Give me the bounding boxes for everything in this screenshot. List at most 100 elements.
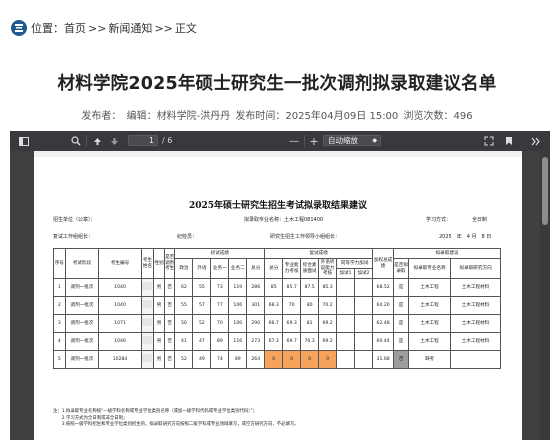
header-exam-no: 考生编号	[98, 248, 142, 279]
page-top-edge	[34, 151, 522, 157]
cell-comp: 0	[300, 350, 320, 369]
previous-page-icon[interactable]	[90, 131, 104, 151]
cell-politics: 41	[174, 332, 194, 351]
toolbar-divider	[86, 135, 87, 147]
header-extra1: 加试1	[336, 268, 355, 279]
cell-admit-major: 缺考	[407, 350, 452, 369]
cell-initial-total: 290	[246, 314, 266, 333]
cell-biz1: 70	[210, 314, 230, 333]
cell-politics: 55	[174, 296, 194, 315]
cell-admitted: 是	[393, 278, 409, 297]
article-meta: 发布者： 编辑：材料学院-洪丹丹 发布时间：2025年04月09日 15:00 …	[0, 107, 554, 122]
cell-is-adjust: 否	[163, 278, 176, 297]
table-row: 5 调剂一批次 10284 男 否 52 49 74 89 264 0 0 0 …	[53, 350, 501, 369]
cell-lang: 0	[318, 350, 338, 369]
cell-seq: 1	[53, 278, 66, 297]
cell-seq: 4	[53, 332, 66, 351]
vertical-scrollbar[interactable]	[540, 151, 550, 440]
pdf-toolbar: 1 / 6 — + 自动缩放 ◆	[10, 131, 550, 151]
cell-foreign: 49	[192, 350, 212, 369]
cell-foreign: 47	[192, 332, 212, 351]
note-line: 3.按照一级学科招生和专业学位类别招生的，拟录取研究方向按照二级学科或专业领域填…	[53, 422, 299, 427]
cell-admitted: 是	[393, 296, 409, 315]
cell-batch: 调剂一批次	[64, 332, 100, 351]
header-extra2: 加试2	[353, 268, 374, 279]
zoom-out-button[interactable]: —	[287, 131, 301, 151]
cell-extra2	[353, 296, 374, 315]
cell-gender: 男	[153, 350, 165, 369]
location-icon	[10, 19, 28, 37]
header-admit: 拟录取建议	[393, 248, 501, 259]
cell-comp: 80	[300, 296, 320, 315]
cell-politics: 50	[174, 314, 194, 333]
cell-biz1: 74	[210, 350, 230, 369]
cell-initial-total: 301	[246, 296, 266, 315]
cell-extra2	[353, 350, 374, 369]
table-row: 1 调剂一批次 1040 男 否 62 55 73 119 286 85 85.…	[53, 278, 501, 297]
cell-weighted: 68.52	[372, 278, 395, 297]
cell-retest-total: 67.3	[264, 332, 284, 351]
cell-seq: 2	[53, 296, 66, 315]
leader-label: 复试工作组组长：	[53, 234, 94, 240]
cell-biz2: 106	[228, 296, 248, 315]
header-initial-total: 总分	[246, 258, 266, 279]
publisher-label: 发布者：	[81, 111, 122, 122]
breadcrumb: 位置： 首页 >> 新闻通知 >> 正文	[10, 18, 197, 38]
cell-lang: 85.3	[318, 278, 338, 297]
cell-seq: 3	[53, 314, 66, 333]
cell-biz1: 89	[210, 332, 230, 351]
scrollbar-thumb[interactable]	[542, 157, 548, 225]
zoom-select[interactable]: 自动缩放 ◆	[323, 135, 381, 146]
presentation-mode-icon[interactable]	[482, 131, 496, 151]
cell-seq: 5	[53, 350, 66, 369]
header-prof: 专业能力考核	[282, 258, 302, 279]
cell-lang: 70.2	[318, 296, 338, 315]
cell-weighted: 31.68	[372, 350, 395, 369]
cell-batch: 调剂一批次	[64, 314, 100, 333]
sign-date: 2025 年 4 月 8 日	[439, 234, 492, 240]
cell-extra1	[336, 314, 355, 333]
cell-name-redacted	[140, 332, 155, 351]
article-title: 材料学院2025年硕士研究生一批次调剂拟录取建议名单	[57, 74, 497, 94]
cell-extra2	[353, 314, 374, 333]
cell-admitted: 是	[393, 314, 409, 333]
search-icon[interactable]	[68, 131, 84, 151]
cell-extra2	[353, 332, 374, 351]
cell-initial-total: 273	[246, 332, 266, 351]
cell-retest-total: 68.3	[264, 296, 284, 315]
cell-retest-total: 85	[264, 278, 284, 297]
zoom-in-button[interactable]: +	[307, 131, 321, 151]
view-count: 浏览次数：496	[403, 111, 473, 122]
page-number-input[interactable]: 1	[128, 135, 158, 146]
cell-weighted: 64.20	[372, 296, 395, 315]
breadcrumb-section-link[interactable]: 新闻通知	[108, 20, 152, 36]
cell-is-adjust: 否	[163, 314, 176, 333]
cell-gender: 男	[153, 278, 165, 297]
major-label: 拟录取专业名称：土木工程081400	[244, 217, 324, 223]
pdf-page: 2025年硕士研究生招生考试拟录取结果建议 招生单位（公章）： 拟录取专业名称：…	[34, 151, 522, 440]
cell-exam-no: 1071	[98, 314, 142, 333]
cell-admit-major: 土木工程	[407, 314, 452, 333]
cell-exam-no: 1040	[98, 296, 142, 315]
cell-admit-major: 土木工程	[407, 332, 452, 351]
cell-admit-dir: 土木工程材料	[450, 278, 501, 297]
admission-table: 序号 考试阶段 考生编号 考生姓名 性别 是否调剂考生 初试成绩 复试成绩 加权…	[53, 248, 501, 369]
cell-name-redacted	[140, 278, 155, 297]
sidebar-toggle-icon[interactable]	[16, 131, 32, 151]
next-page-icon[interactable]	[107, 131, 121, 151]
bookmark-icon[interactable]	[502, 131, 516, 151]
header-biz2: 业务二	[228, 258, 248, 279]
table-row: 2 调剂一批次 1040 男 否 55 57 77 106 301 68.3 7…	[53, 296, 501, 315]
cell-comp: 87.5	[300, 278, 320, 297]
breadcrumb-home-link[interactable]: 首页	[64, 20, 86, 36]
breadcrumb-current: 正文	[174, 22, 197, 35]
document-title: 2025年硕士研究生招生考试拟录取结果建议	[188, 201, 368, 211]
cell-gender: 男	[153, 314, 165, 333]
cell-initial-total: 264	[246, 350, 266, 369]
cell-foreign: 52	[192, 314, 212, 333]
tools-menu-icon[interactable]	[528, 131, 544, 151]
header-lang: 外语听说能力考核	[318, 258, 338, 279]
cell-weighted: 60.44	[372, 332, 395, 351]
breadcrumb-separator: >>	[88, 21, 107, 35]
cell-extra1	[336, 278, 355, 297]
